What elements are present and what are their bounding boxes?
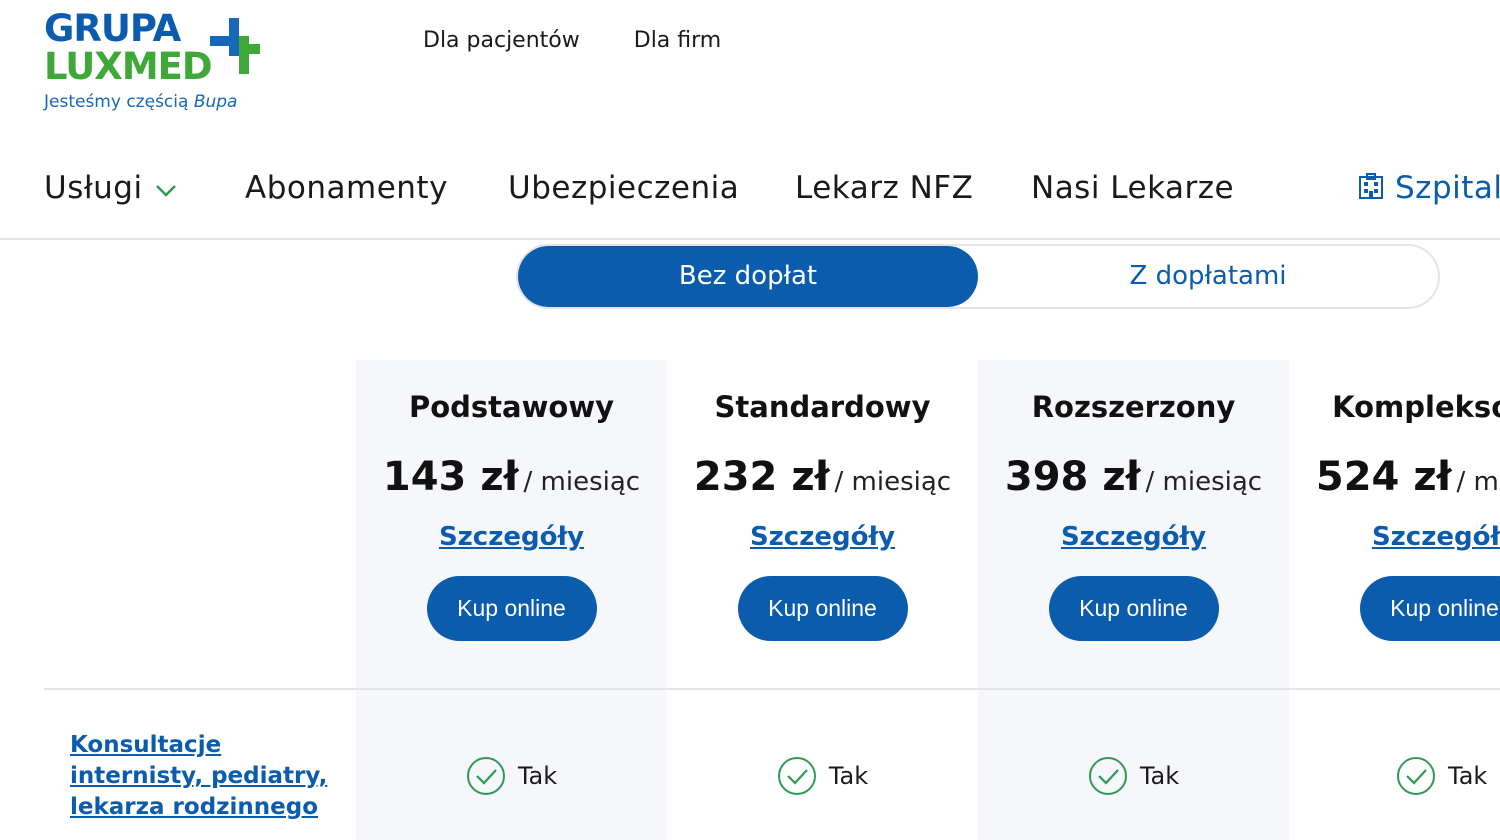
check-circle-icon (466, 757, 505, 795)
plan-name: Podstawowy (408, 390, 615, 424)
nav-item-ubezpieczenia[interactable]: Ubezpieczenia (508, 170, 739, 206)
luxmed-logo[interactable]: GRUPA LUXMED Jesteśmy częścią Bupa (44, 10, 274, 120)
feature-cell: Tak (1289, 756, 1500, 796)
feature-cell: Tak (667, 756, 978, 796)
link-dla-firm[interactable]: Dla firm (634, 28, 721, 53)
plan-price-period: / miesiąc (523, 467, 641, 497)
check-circle-icon (1088, 757, 1127, 795)
logo-tagline: Jesteśmy częścią Bupa (44, 92, 238, 112)
buy-online-button[interactable]: Kup online (737, 576, 908, 641)
buy-online-button[interactable]: Kup online (426, 576, 597, 641)
nav-item-uslugi[interactable]: Usługi (44, 170, 179, 206)
plan-name: Rozszerzony (1031, 390, 1236, 424)
plan-price-amount: 143 zł (382, 454, 519, 500)
feature-value: Tak (828, 762, 869, 790)
plus-cross-icon (210, 18, 260, 74)
plan-details-link[interactable]: Szczegóły (1372, 522, 1500, 552)
nav-item-abonamenty[interactable]: Abonamenty (245, 170, 448, 206)
buy-online-button[interactable]: Kup online (1048, 576, 1219, 641)
logo-tagline-brand: Bupa (193, 92, 238, 112)
plan-card-rozszerzony: Rozszerzony 398 zł / miesiąc Szczegóły K… (978, 360, 1289, 690)
plan-card-kompleksowy: Kompleksowy 524 zł / miesiąc Szczegóły K… (1289, 360, 1500, 690)
plan-price-period: / miesiąc (1145, 467, 1263, 497)
plan-details-link[interactable]: Szczegóły (750, 522, 895, 552)
logo-text-luxmed: LUXMED (44, 45, 213, 88)
buy-online-button[interactable]: Kup online (1359, 576, 1500, 641)
nav-item-lekarz-nfz[interactable]: Lekarz NFZ (795, 170, 973, 206)
nav-uslugi-label: Usługi (44, 170, 143, 206)
plan-card-standardowy: Standardowy 232 zł / miesiąc Szczegóły K… (667, 360, 978, 690)
feature-value: Tak (1448, 762, 1488, 790)
toggle-z-doplatami[interactable]: Z dopłatami (978, 246, 1438, 307)
feature-cell: Tak (356, 756, 667, 796)
plan-card-podstawowy: Podstawowy 143 zł / miesiąc Szczegóły Ku… (356, 360, 667, 690)
pricing-toggle: Bez dopłat Z dopłatami (516, 244, 1440, 309)
plan-name: Kompleksowy (1332, 390, 1500, 424)
plan-details-link[interactable]: Szczegóły (1061, 522, 1206, 552)
plan-price-amount: 232 zł (693, 454, 830, 500)
check-circle-icon (1397, 757, 1435, 795)
plan-name: Standardowy (714, 390, 931, 424)
link-dla-pacjentow[interactable]: Dla pacjentów (423, 28, 580, 53)
plan-price-amount: 524 zł (1315, 454, 1452, 500)
nav-divider (0, 238, 1500, 240)
plan-details-link[interactable]: Szczegóły (439, 522, 584, 552)
nav-item-szpital[interactable]: Szpital (1357, 170, 1500, 206)
feature-value: Tak (517, 762, 558, 790)
table-row-divider (44, 688, 1500, 690)
nav-szpital-label: Szpital (1395, 170, 1500, 206)
check-circle-icon (777, 757, 816, 795)
hospital-icon (1359, 173, 1383, 199)
plan-price-period: / miesiąc (834, 467, 952, 497)
feature-label-konsultacje[interactable]: Konsultacje internisty, pediatry, lekarz… (70, 730, 340, 823)
top-links: Dla pacjentów Dla firm (423, 28, 721, 53)
toggle-bez-doplat[interactable]: Bez dopłat (518, 246, 978, 307)
chevron-down-icon (155, 184, 176, 197)
nav-item-nasi-lekarze[interactable]: Nasi Lekarze (1031, 170, 1234, 206)
logo-text-grupa: GRUPA (44, 7, 181, 50)
plan-price: 143 zł / miesiąc (356, 454, 667, 500)
feature-value: Tak (1139, 762, 1180, 790)
plan-price-amount: 398 zł (1004, 454, 1141, 500)
plan-price: 232 zł / miesiąc (667, 454, 978, 500)
feature-cell: Tak (978, 756, 1289, 796)
plan-price-period: / miesiąc (1456, 467, 1500, 497)
plan-price: 524 zł / miesiąc (1289, 454, 1500, 500)
main-navigation: Usługi Abonamenty Ubezpieczenia Lekarz N… (44, 170, 1500, 210)
plan-price: 398 zł / miesiąc (978, 454, 1289, 500)
